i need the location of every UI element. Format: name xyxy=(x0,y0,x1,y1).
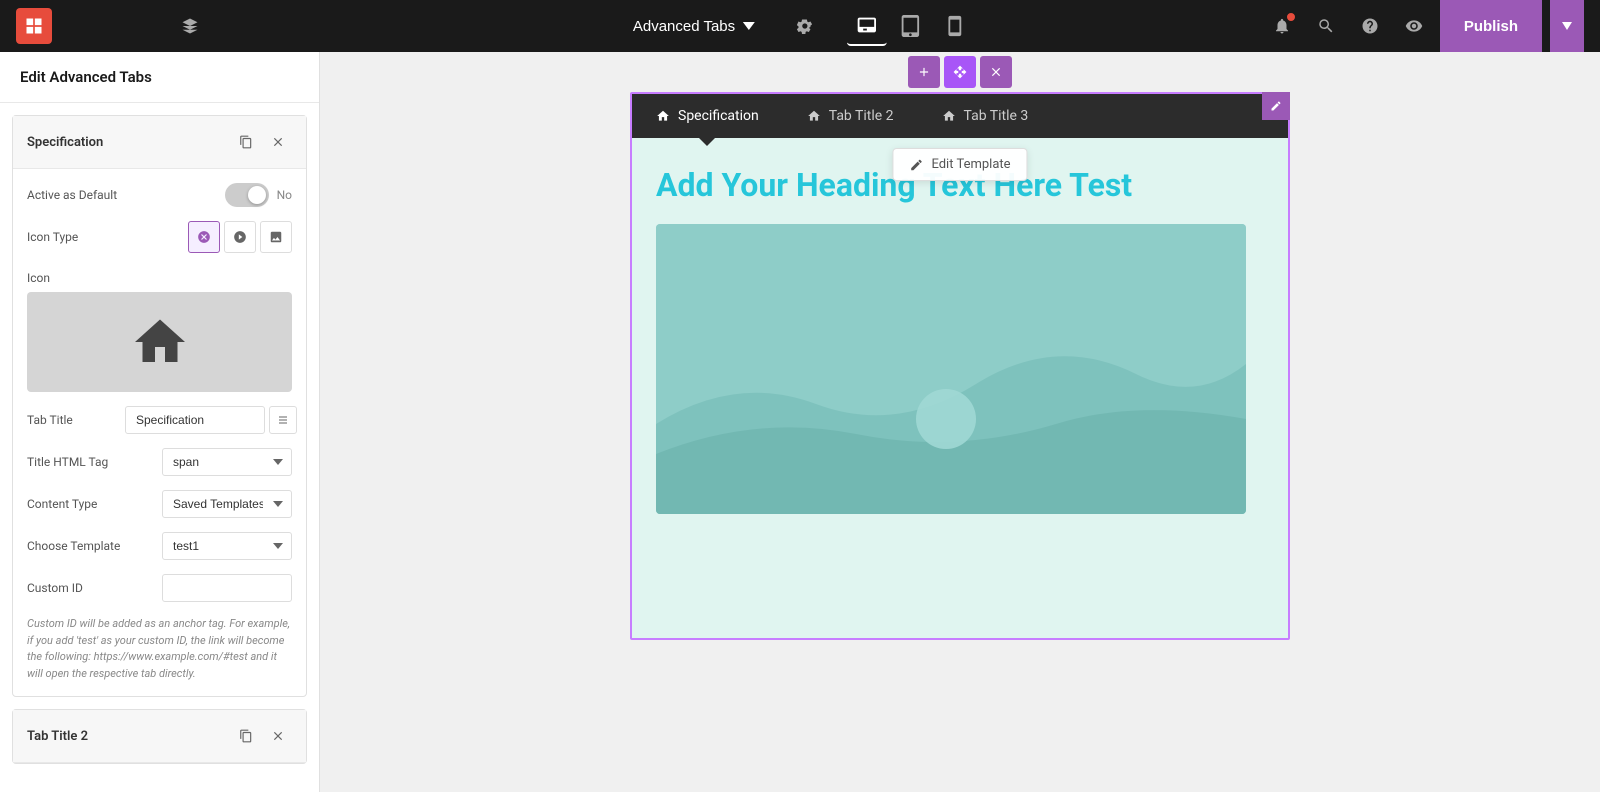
settings-button[interactable] xyxy=(120,8,156,44)
icon-type-image-button[interactable] xyxy=(260,221,292,253)
panel2-title: Tab Title 2 xyxy=(27,729,88,744)
content-type-row: Content Type Saved TemplatesEditorTempla… xyxy=(27,490,292,518)
add-element-button[interactable] xyxy=(68,8,104,44)
preview-button[interactable] xyxy=(1396,8,1432,44)
copy-panel-button[interactable] xyxy=(232,128,260,156)
toggle-value: No xyxy=(277,188,292,202)
icon-label-row: Icon xyxy=(27,267,292,286)
topbar-left xyxy=(16,8,208,44)
edit-template-label: Edit Template xyxy=(931,157,1010,172)
tab-title-row: Tab Title xyxy=(27,406,292,434)
topbar-right: Publish xyxy=(1264,0,1584,52)
device-switcher xyxy=(847,6,975,46)
icon-type-label: Icon Type xyxy=(27,230,117,244)
widget-toolbar xyxy=(906,56,1014,88)
logo-button[interactable] xyxy=(16,8,52,44)
publish-button[interactable]: Publish xyxy=(1440,0,1542,52)
tab-1-label: Specification xyxy=(678,108,759,124)
choose-template-row: Choose Template test1 xyxy=(27,532,292,560)
page-title-label: Advanced Tabs xyxy=(633,18,735,35)
tab-title-input[interactable] xyxy=(125,406,265,434)
drag-widget-button[interactable] xyxy=(944,56,976,88)
publish-dropdown-button[interactable] xyxy=(1550,0,1584,52)
tab-title-2-panel: Tab Title 2 xyxy=(12,709,307,764)
tab-content: Add Your Heading Text Here Test xyxy=(632,138,1288,638)
tab-3-label: Tab Title 3 xyxy=(964,108,1029,124)
close-panel-button[interactable] xyxy=(264,128,292,156)
active-default-toggle[interactable] xyxy=(225,183,269,207)
widget-container: Specification Tab Title 2 Tab Title 3 Ed… xyxy=(630,92,1290,640)
sidebar: Edit Advanced Tabs Specification Active … xyxy=(0,52,320,792)
icon-type-icon-button[interactable] xyxy=(224,221,256,253)
page-settings-button[interactable] xyxy=(787,8,823,44)
panel-actions xyxy=(232,128,292,156)
topbar: Advanced Tabs xyxy=(0,0,1600,52)
panel-title: Specification xyxy=(27,135,103,150)
add-widget-button[interactable] xyxy=(908,56,940,88)
sidebar-title: Edit Advanced Tabs xyxy=(0,52,319,103)
close-panel2-button[interactable] xyxy=(264,722,292,750)
toggle-wrap: No xyxy=(125,183,292,207)
notification-button[interactable] xyxy=(1264,8,1300,44)
tabs-nav: Specification Tab Title 2 Tab Title 3 xyxy=(632,94,1288,138)
widget-frame: Specification Tab Title 2 Tab Title 3 Ed… xyxy=(630,92,1290,640)
canvas-area: Specification Tab Title 2 Tab Title 3 Ed… xyxy=(320,52,1600,792)
copy-panel2-button[interactable] xyxy=(232,722,260,750)
icon-type-row: Icon Type xyxy=(27,221,292,253)
tab-title-input-group xyxy=(125,406,297,434)
icon-type-none-button[interactable] xyxy=(188,221,220,253)
custom-id-help: Custom ID will be added as an anchor tag… xyxy=(27,616,292,682)
search-button[interactable] xyxy=(1308,8,1344,44)
help-button[interactable] xyxy=(1352,8,1388,44)
edit-corner-button[interactable] xyxy=(1262,92,1290,120)
specification-panel: Specification Active as Default xyxy=(12,115,307,697)
custom-id-input[interactable] xyxy=(162,574,292,602)
icon-preview xyxy=(27,292,292,392)
custom-id-row: Custom ID xyxy=(27,574,292,602)
tab-item-2[interactable]: Tab Title 2 xyxy=(783,94,918,138)
active-default-label: Active as Default xyxy=(27,188,117,202)
notification-badge xyxy=(1286,12,1296,22)
choose-template-select[interactable]: test1 xyxy=(162,532,292,560)
topbar-center: Advanced Tabs xyxy=(625,6,975,46)
content-type-select[interactable]: Saved TemplatesEditorTemplate xyxy=(162,490,292,518)
title-html-tag-label: Title HTML Tag xyxy=(27,455,117,469)
custom-id-label: Custom ID xyxy=(27,581,117,595)
tab-title-label: Tab Title xyxy=(27,413,117,427)
publish-label: Publish xyxy=(1464,18,1518,35)
tablet-view-button[interactable] xyxy=(891,6,931,46)
image-placeholder xyxy=(656,224,1246,514)
icon-type-group xyxy=(125,221,292,253)
mobile-view-button[interactable] xyxy=(935,6,975,46)
close-widget-button[interactable] xyxy=(980,56,1012,88)
icon-label: Icon xyxy=(27,271,50,285)
tab-title-options-button[interactable] xyxy=(269,406,297,434)
panel2-header: Tab Title 2 xyxy=(13,710,306,763)
title-html-tag-row: Title HTML Tag spandivh1h2h3h4h5h6p xyxy=(27,448,292,476)
choose-template-label: Choose Template xyxy=(27,539,120,553)
title-html-tag-select[interactable]: spandivh1h2h3h4h5h6p xyxy=(162,448,292,476)
tab-item-1[interactable]: Specification xyxy=(632,94,783,138)
desktop-view-button[interactable] xyxy=(847,6,887,46)
content-type-label: Content Type xyxy=(27,497,117,511)
layers-button[interactable] xyxy=(172,8,208,44)
panel-header: Specification xyxy=(13,116,306,169)
edit-template-bar[interactable]: Edit Template xyxy=(892,148,1027,181)
tab-item-3[interactable]: Tab Title 3 xyxy=(918,94,1053,138)
main-layout: Edit Advanced Tabs Specification Active … xyxy=(0,52,1600,792)
page-title-button[interactable]: Advanced Tabs xyxy=(625,14,763,39)
tab-2-label: Tab Title 2 xyxy=(829,108,894,124)
panel2-actions xyxy=(232,722,292,750)
toggle-knob xyxy=(248,186,266,204)
active-default-row: Active as Default No xyxy=(27,183,292,207)
panel-body: Active as Default No Icon Type xyxy=(13,169,306,696)
